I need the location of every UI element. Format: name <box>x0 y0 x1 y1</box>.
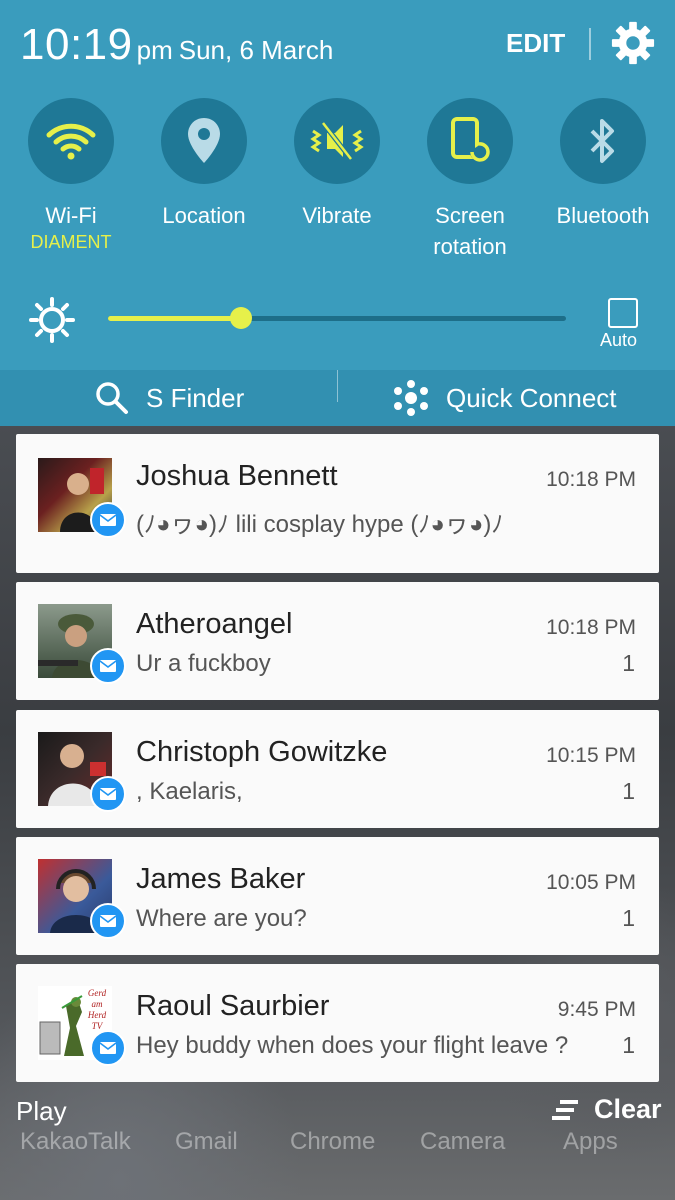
toggle-wifi-label: Wi-Fi <box>45 203 97 228</box>
toggle-wifi-network: DIAMENT <box>30 232 112 252</box>
toggle-wifi-circle <box>28 98 114 184</box>
edit-button[interactable]: EDIT <box>506 28 565 59</box>
toggle-vibrate-circle <box>294 98 380 184</box>
unread-count: 1 <box>622 778 635 804</box>
notification-card[interactable]: Atheroangel 10:18 PM Ur a fuckboy 1 <box>16 582 659 700</box>
brightness-icon <box>29 297 75 343</box>
notification-time: 10:18 PM <box>546 616 636 639</box>
notification-card[interactable]: Gerd am Herd TV Raoul Saurbier 9:45 PM H… <box>16 964 659 1082</box>
search-icon <box>96 382 128 414</box>
wifi-icon <box>46 123 96 160</box>
toggle-bluetooth[interactable]: Bluetooth <box>538 98 668 231</box>
dock-app-gmail[interactable]: Gmail <box>175 1128 238 1156</box>
finder-divider <box>337 370 338 402</box>
brightness-slider-fill <box>108 316 241 321</box>
toggle-vibrate-label: Vibrate <box>302 203 372 228</box>
notification-card[interactable]: Joshua Bennett 10:18 PM (ﾉ◕ヮ◕)ﾉ lili cos… <box>16 434 659 573</box>
sender-name: Christoph Gowitzke <box>136 736 388 768</box>
unread-count: 1 <box>622 650 635 676</box>
auto-brightness-checkbox[interactable] <box>608 298 638 328</box>
dock-app-kakaotalk[interactable]: KakaoTalk <box>20 1128 131 1156</box>
notification-card[interactable]: James Baker 10:05 PM Where are you? 1 <box>16 837 659 955</box>
clear-all-icon <box>552 1099 578 1120</box>
dock-app-camera[interactable]: Camera <box>420 1128 505 1156</box>
message-badge-icon <box>90 1030 126 1066</box>
unread-count: 1 <box>622 905 635 931</box>
toggle-location[interactable]: Location <box>139 98 269 231</box>
quick-connect-label: Quick Connect <box>446 382 617 413</box>
clock-time: 10:19 <box>20 20 133 69</box>
clear-button[interactable]: Clear <box>552 1094 662 1125</box>
message-badge-icon <box>90 648 126 684</box>
location-pin-icon <box>188 118 220 163</box>
vibrate-icon <box>310 121 364 161</box>
message-preview: Hey buddy when does your flight leave ? <box>136 1032 569 1059</box>
message-preview: (ﾉ◕ヮ◕)ﾉ lili cosplay hype (ﾉ◕ヮ◕)ﾉ <box>136 511 504 538</box>
clock-ampm: pm <box>136 35 173 65</box>
bluetooth-icon <box>590 119 614 163</box>
quick-connect-button[interactable]: Quick Connect <box>392 370 617 426</box>
sender-name: Joshua Bennett <box>136 460 338 492</box>
brightness-slider[interactable] <box>108 307 566 329</box>
notification-time: 10:18 PM <box>546 468 636 491</box>
message-preview: , Kaelaris, <box>136 778 243 805</box>
sender-name: James Baker <box>136 863 306 895</box>
toggle-vibrate[interactable]: Vibrate <box>272 98 402 231</box>
toggle-wifi[interactable]: Wi-Fi DIAMENT <box>6 98 136 253</box>
unread-count: 1 <box>622 1032 635 1058</box>
notification-time: 9:45 PM <box>557 998 636 1021</box>
message-badge-icon <box>90 776 126 812</box>
message-badge-icon <box>90 903 126 939</box>
toggle-screen-rotation[interactable]: Screen rotation <box>405 98 535 262</box>
toggle-screen-rotation-circle <box>427 98 513 184</box>
message-badge-icon <box>90 502 126 538</box>
message-preview: Ur a fuckboy <box>136 650 271 677</box>
status-clock: 10:19 pm Sun, 6 March <box>20 20 333 70</box>
auto-brightness-label: Auto <box>600 330 638 350</box>
sender-name: Raoul Saurbier <box>136 990 330 1022</box>
notification-time: 10:05 PM <box>546 871 636 894</box>
finder-bar: S Finder Quick Connect <box>0 370 675 426</box>
dock-app-apps[interactable]: Apps <box>563 1128 618 1156</box>
quick-settings-panel: 10:19 pm Sun, 6 March EDIT Wi-Fi DIAMENT… <box>0 0 675 370</box>
toggle-location-circle <box>161 98 247 184</box>
toggle-bluetooth-label: Bluetooth <box>556 203 650 228</box>
toggle-bluetooth-circle <box>560 98 646 184</box>
notification-card[interactable]: Christoph Gowitzke 10:15 PM , Kaelaris, … <box>16 710 659 828</box>
message-preview: Where are you? <box>136 905 307 932</box>
dock-app-chrome[interactable]: Chrome <box>290 1128 375 1156</box>
clear-label: Clear <box>594 1094 662 1124</box>
s-finder-label: S Finder <box>146 382 245 413</box>
brightness-slider-thumb[interactable] <box>229 307 252 329</box>
play-label[interactable]: Play <box>16 1096 67 1127</box>
sender-name: Atheroangel <box>136 608 293 640</box>
screen-rotation-icon <box>451 117 490 162</box>
header-divider <box>589 28 591 60</box>
toggle-screen-rotation-label: Screen rotation <box>433 203 507 259</box>
clock-date[interactable]: Sun, 6 March <box>179 35 334 65</box>
s-finder-button[interactable]: S Finder <box>94 370 244 426</box>
quick-connect-icon <box>394 380 428 416</box>
gear-icon[interactable] <box>610 20 656 66</box>
avatar-logo-text: Gerd am Herd TV <box>87 988 107 1031</box>
toggle-location-label: Location <box>162 203 246 228</box>
notification-time: 10:15 PM <box>546 744 636 767</box>
